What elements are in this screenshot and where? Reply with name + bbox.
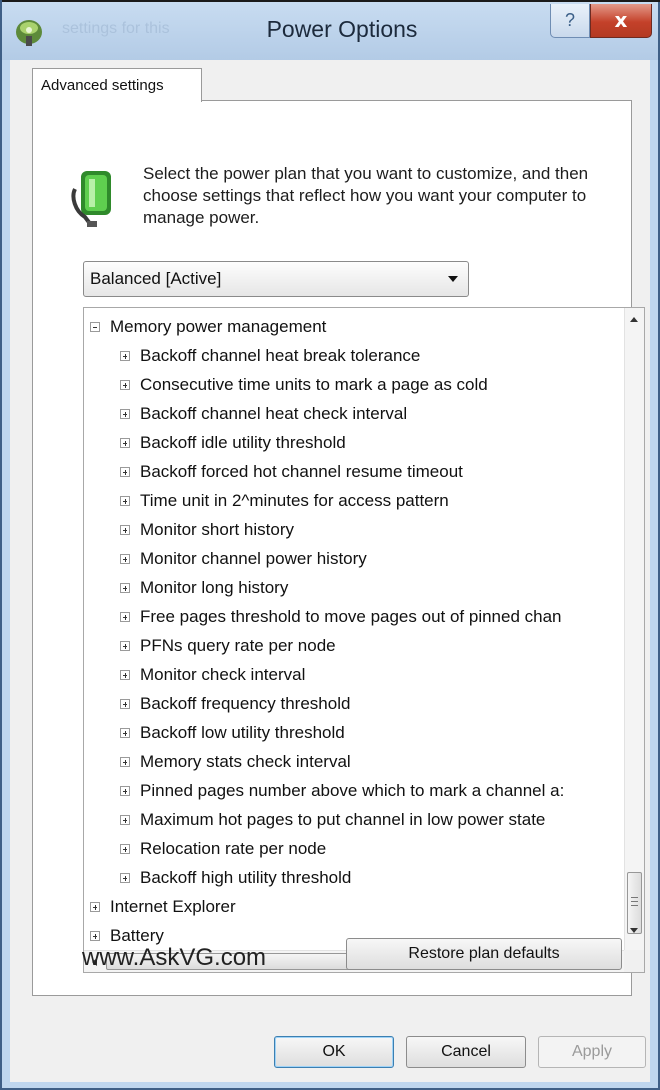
tree-item-label: Pinned pages number above which to mark … bbox=[140, 781, 565, 800]
tree-setting-item[interactable]: Backoff channel heat check interval bbox=[120, 399, 407, 428]
tree-setting-item[interactable]: Backoff low utility threshold bbox=[120, 718, 345, 747]
help-button[interactable]: ? bbox=[550, 4, 590, 38]
expand-icon[interactable] bbox=[120, 611, 130, 622]
close-button[interactable]: x bbox=[590, 4, 652, 38]
tree-item-label: PFNs query rate per node bbox=[140, 636, 336, 655]
settings-tree-rows: Memory power management Backoff channel h… bbox=[84, 308, 624, 950]
tree-setting-item[interactable]: Monitor long history bbox=[120, 573, 288, 602]
expand-icon[interactable] bbox=[90, 930, 100, 941]
settings-tree[interactable]: Memory power management Backoff channel h… bbox=[83, 307, 645, 973]
power-plan-dropdown[interactable]: Balanced [Active] bbox=[83, 261, 469, 297]
tab-advanced-settings[interactable]: Advanced settings bbox=[32, 68, 202, 102]
tree-setting-item[interactable]: Time unit in 2^minutes for access patter… bbox=[120, 486, 449, 515]
intro-description: Select the power plan that you want to c… bbox=[143, 164, 589, 227]
tree-item-label: Memory stats check interval bbox=[140, 752, 351, 771]
dialog-client-area: Advanced settings Select the power plan … bbox=[10, 60, 650, 1082]
expand-icon[interactable] bbox=[120, 727, 130, 738]
tree-setting-item[interactable]: Backoff frequency threshold bbox=[120, 689, 350, 718]
tree-setting-item[interactable]: Maximum hot pages to put channel in low … bbox=[120, 805, 545, 834]
tree-setting-item[interactable]: PFNs query rate per node bbox=[120, 631, 336, 660]
tree-item-label: Consecutive time units to mark a page as… bbox=[140, 375, 488, 394]
expand-icon[interactable] bbox=[120, 872, 130, 883]
collapse-icon[interactable] bbox=[90, 321, 100, 332]
expand-icon[interactable] bbox=[120, 756, 130, 767]
expand-icon[interactable] bbox=[120, 495, 130, 506]
tree-item-label: Maximum hot pages to put channel in low … bbox=[140, 810, 546, 829]
battery-plug-icon bbox=[71, 171, 111, 227]
expand-icon[interactable] bbox=[120, 582, 130, 593]
vertical-scrollbar[interactable] bbox=[624, 308, 644, 950]
expand-icon[interactable] bbox=[120, 698, 130, 709]
expand-icon[interactable] bbox=[120, 814, 130, 825]
scroll-grip-line bbox=[631, 901, 638, 902]
dropdown-arrow-icon bbox=[448, 276, 458, 282]
tree-item-label: Monitor long history bbox=[140, 578, 289, 597]
scroll-grip-line bbox=[631, 905, 638, 906]
expand-icon[interactable] bbox=[120, 408, 130, 419]
tree-group-item[interactable]: Internet Explorer bbox=[90, 892, 236, 921]
tree-item-label: Relocation rate per node bbox=[140, 839, 327, 858]
scroll-up-arrow-icon[interactable] bbox=[630, 317, 638, 322]
expand-icon[interactable] bbox=[120, 350, 130, 361]
restore-plan-defaults-button[interactable]: Restore plan defaults bbox=[346, 938, 622, 970]
cancel-button[interactable]: Cancel bbox=[406, 1036, 526, 1068]
tree-item-label: Monitor channel power history bbox=[140, 549, 367, 568]
power-plan-selected-value: Balanced [Active] bbox=[90, 269, 222, 288]
power-options-app-icon bbox=[16, 20, 42, 46]
scroll-down-arrow-icon[interactable] bbox=[630, 928, 638, 933]
tree-item-label: Backoff high utility threshold bbox=[140, 868, 352, 887]
tree-item-label: Free pages threshold to move pages out o… bbox=[140, 607, 562, 626]
expand-icon[interactable] bbox=[120, 785, 130, 796]
expand-icon[interactable] bbox=[120, 466, 130, 477]
tree-item-label: Monitor short history bbox=[140, 520, 294, 539]
tree-setting-item[interactable]: Backoff idle utility threshold bbox=[120, 428, 346, 457]
tree-item-label: Backoff low utility threshold bbox=[140, 723, 345, 742]
expand-icon[interactable] bbox=[120, 524, 130, 535]
window-title: Power Options bbox=[266, 16, 418, 42]
tree-item-label: Monitor check interval bbox=[140, 665, 306, 684]
tree-item-label: Backoff channel heat break tolerance bbox=[140, 346, 421, 365]
tree-item-label: Backoff channel heat check interval bbox=[140, 404, 408, 423]
watermark-text: www.AskVG.com bbox=[82, 944, 267, 971]
background-window-title: settings for this bbox=[62, 20, 170, 37]
tree-item-label: Backoff idle utility threshold bbox=[140, 433, 346, 452]
tree-setting-item[interactable]: Backoff channel heat break tolerance bbox=[120, 341, 420, 370]
expand-icon[interactable] bbox=[120, 669, 130, 680]
tree-setting-item[interactable]: Backoff forced hot channel resume timeou… bbox=[120, 457, 463, 486]
tree-item-label: Internet Explorer bbox=[110, 897, 236, 916]
expand-icon[interactable] bbox=[120, 640, 130, 651]
ok-button[interactable]: OK bbox=[274, 1036, 394, 1068]
tree-setting-item[interactable]: Monitor check interval bbox=[120, 660, 305, 689]
tree-item-label: Time unit in 2^minutes for access patter… bbox=[140, 491, 449, 510]
apply-button[interactable]: Apply bbox=[538, 1036, 646, 1068]
tree-setting-item[interactable]: Backoff high utility threshold bbox=[120, 863, 351, 892]
tree-setting-item[interactable]: Monitor short history bbox=[120, 515, 294, 544]
scroll-grip-line bbox=[631, 897, 638, 898]
tree-setting-item[interactable]: Relocation rate per node bbox=[120, 834, 326, 863]
tree-setting-item[interactable]: Consecutive time units to mark a page as… bbox=[120, 370, 488, 399]
tree-setting-item[interactable]: Monitor channel power history bbox=[120, 544, 367, 573]
expand-icon[interactable] bbox=[120, 379, 130, 390]
scrollbar-corner bbox=[624, 950, 644, 972]
expand-icon[interactable] bbox=[120, 437, 130, 448]
power-options-window: settings for this Power Options ? x Adva… bbox=[0, 0, 660, 1090]
expand-icon[interactable] bbox=[120, 553, 130, 564]
advanced-settings-panel: Select the power plan that you want to c… bbox=[32, 100, 645, 996]
tree-setting-item[interactable]: Pinned pages number above which to mark … bbox=[120, 776, 564, 805]
tree-setting-item[interactable]: Memory stats check interval bbox=[120, 747, 351, 776]
tree-item-label: Backoff forced hot channel resume timeou… bbox=[140, 462, 463, 481]
tree-item-label: Battery bbox=[110, 926, 164, 945]
tree-item-label: Backoff frequency threshold bbox=[140, 694, 351, 713]
tree-setting-item[interactable]: Free pages threshold to move pages out o… bbox=[120, 602, 562, 631]
tree-item-label: Memory power management bbox=[110, 317, 327, 336]
expand-icon[interactable] bbox=[120, 843, 130, 854]
vertical-scroll-thumb[interactable] bbox=[627, 872, 642, 934]
tree-group-item[interactable]: Memory power management bbox=[90, 312, 326, 341]
expand-icon[interactable] bbox=[90, 901, 100, 912]
title-bar[interactable]: settings for this Power Options ? x bbox=[2, 2, 658, 60]
